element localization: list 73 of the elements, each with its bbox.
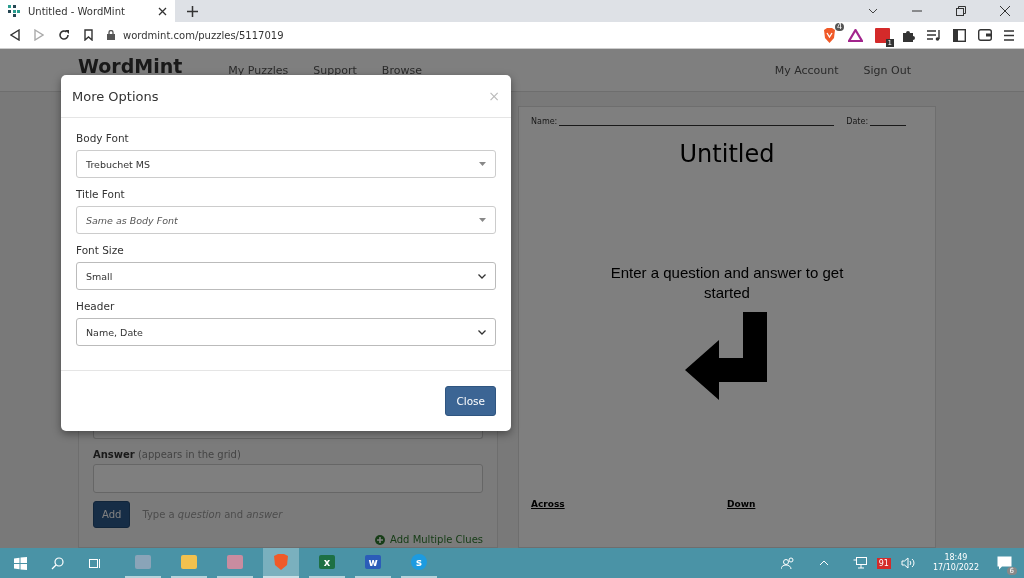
clock-date[interactable]: 17/10/2022 xyxy=(932,563,979,574)
nav-link[interactable]: Browse xyxy=(381,63,422,77)
extension-tile-icon[interactable] xyxy=(875,27,890,43)
puzzle-piece-icon[interactable] xyxy=(902,28,915,42)
clue-heading: Down xyxy=(727,499,757,509)
field-label: Title Font xyxy=(76,188,126,200)
search-icon[interactable] xyxy=(51,556,64,570)
reload-icon[interactable] xyxy=(58,29,70,41)
triangle-icon[interactable] xyxy=(848,28,863,42)
back-icon[interactable] xyxy=(10,29,20,41)
dropdown-field[interactable]: Trebuchet MS xyxy=(76,150,496,178)
chevron-down-icon xyxy=(478,273,486,279)
forward-icon[interactable] xyxy=(34,29,44,41)
dropdown-field[interactable]: Same as Body Font xyxy=(76,206,496,234)
dropdown-field[interactable]: Small xyxy=(76,262,496,290)
dropdown-field[interactable]: Name, Date xyxy=(76,318,496,346)
letter-tile-icon: x xyxy=(318,553,336,571)
plus-circle-icon[interactable] xyxy=(375,534,386,545)
add-multiple-link[interactable]: Add Multiple Clues xyxy=(390,534,483,545)
playlist-icon[interactable] xyxy=(927,29,941,41)
start-message: Enter a question and answer to get started xyxy=(609,263,845,304)
people-icon[interactable] xyxy=(780,557,795,569)
app-icon xyxy=(272,553,290,571)
nav-link[interactable]: My Puzzles xyxy=(228,63,289,77)
field-label: Font Size xyxy=(76,244,125,256)
nav-link[interactable]: My Account xyxy=(774,63,839,77)
chevron-up-icon[interactable] xyxy=(818,560,829,566)
close-button[interactable]: Close xyxy=(445,386,496,416)
tray-badge[interactable]: 91 xyxy=(876,557,891,569)
notification-icon[interactable] xyxy=(997,556,1012,570)
clue-heading: Across xyxy=(531,499,566,509)
close-icon[interactable] xyxy=(1000,6,1010,16)
plus-icon[interactable] xyxy=(187,5,198,17)
taskbar-app[interactable]: w xyxy=(355,548,391,578)
field-label: Body Font xyxy=(76,132,130,144)
puzzle-title: Untitled xyxy=(679,140,775,168)
wallet-icon[interactable] xyxy=(978,29,992,41)
answer-field[interactable] xyxy=(93,464,483,493)
windows-logo-icon[interactable] xyxy=(14,556,27,570)
sidebar-icon[interactable] xyxy=(953,28,966,42)
taskbar-app[interactable]: s xyxy=(401,548,437,578)
speaker-icon[interactable] xyxy=(900,557,915,569)
field-label: Header xyxy=(76,300,116,312)
letter-tile-icon: s xyxy=(410,553,428,571)
clock-time[interactable]: 18:49 xyxy=(944,552,968,563)
date-label: Date: xyxy=(846,117,869,126)
lion-shield-icon[interactable] xyxy=(823,27,836,43)
bookmark-icon[interactable] xyxy=(84,29,93,41)
dialog-title: More Options xyxy=(72,88,159,104)
caret-icon xyxy=(479,218,486,222)
app-icon xyxy=(134,553,152,571)
folder-icon xyxy=(180,553,198,571)
add-button[interactable]: Add xyxy=(93,501,131,528)
network-icon[interactable] xyxy=(852,557,867,569)
app-icon xyxy=(226,553,244,571)
menu-icon[interactable] xyxy=(1004,29,1014,41)
url-text[interactable]: wordmint.com/puzzles/5117019 xyxy=(123,29,284,41)
name-label: Name: xyxy=(531,117,558,126)
close-icon[interactable] xyxy=(158,6,167,16)
lock-icon xyxy=(107,30,115,40)
caret-icon xyxy=(479,162,486,166)
taskbar-app[interactable]: x xyxy=(309,548,345,578)
grid-logo-icon xyxy=(8,5,20,17)
restore-icon[interactable] xyxy=(956,6,966,16)
letter-tile-icon: w xyxy=(364,553,382,571)
task-view-icon[interactable] xyxy=(88,556,101,570)
chevron-down-icon[interactable] xyxy=(868,8,878,14)
site-logo[interactable]: WordMint xyxy=(78,55,183,77)
taskbar-app[interactable] xyxy=(263,548,299,578)
chevron-down-icon xyxy=(478,329,486,335)
nav-link[interactable]: Support xyxy=(313,63,357,77)
return-arrow-icon xyxy=(685,311,769,402)
nav-link[interactable]: Sign Out xyxy=(863,63,911,77)
